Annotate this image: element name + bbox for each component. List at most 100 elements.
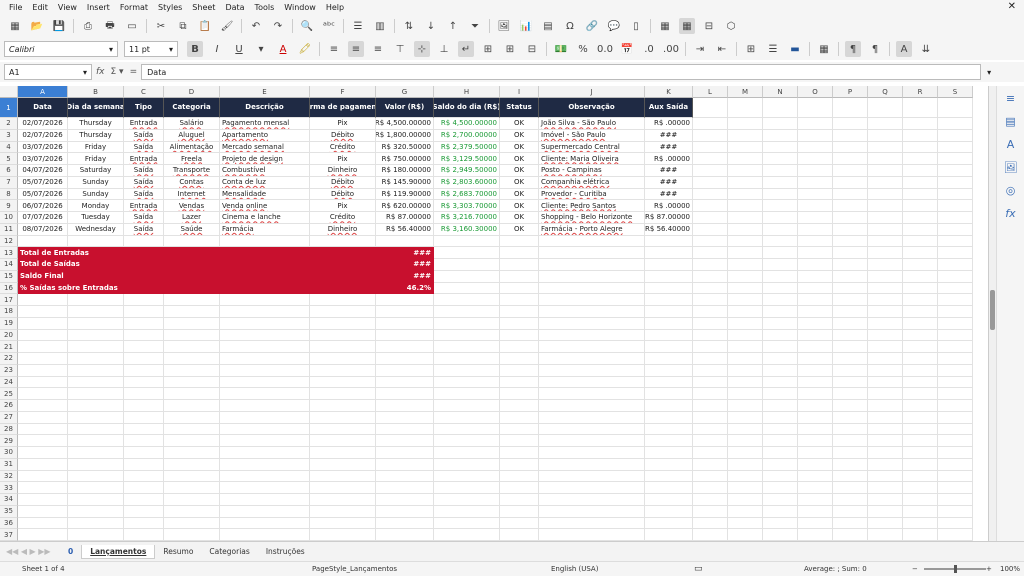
- cell[interactable]: [868, 188, 903, 201]
- cell[interactable]: [938, 423, 973, 436]
- cell[interactable]: [693, 470, 728, 483]
- cell[interactable]: [539, 376, 645, 389]
- data-cell[interactable]: 05/07/2026: [18, 176, 68, 189]
- cell[interactable]: [693, 494, 728, 506]
- cell[interactable]: [833, 212, 868, 224]
- cell[interactable]: [903, 353, 938, 365]
- cell[interactable]: [903, 247, 938, 259]
- cell[interactable]: [728, 153, 763, 165]
- cell[interactable]: [798, 306, 833, 318]
- column-header-n[interactable]: N: [763, 86, 798, 98]
- cell[interactable]: [539, 329, 645, 342]
- data-cell[interactable]: OK: [500, 118, 539, 130]
- zoom-in-icon[interactable]: +: [986, 565, 992, 573]
- cell[interactable]: [938, 118, 973, 130]
- cell[interactable]: [938, 306, 973, 318]
- cell[interactable]: [903, 294, 938, 306]
- row-header[interactable]: 24: [0, 376, 18, 389]
- cell[interactable]: [124, 306, 164, 318]
- cell[interactable]: [68, 505, 124, 518]
- cell[interactable]: [310, 353, 376, 365]
- cell[interactable]: [798, 212, 833, 224]
- show-draw-functions-icon[interactable]: ⬡: [723, 18, 739, 34]
- data-cell[interactable]: Contas: [164, 176, 220, 189]
- cell[interactable]: [903, 317, 938, 330]
- text-direction-icon[interactable]: A: [896, 41, 912, 57]
- cell[interactable]: [220, 447, 310, 459]
- cell[interactable]: [434, 270, 500, 283]
- cell[interactable]: [645, 282, 693, 295]
- cell[interactable]: [310, 482, 376, 494]
- delete-decimal-icon[interactable]: .00: [663, 41, 679, 57]
- data-cell[interactable]: Cliente: Maria Oliveira: [539, 153, 645, 165]
- cell[interactable]: [693, 341, 728, 353]
- cell[interactable]: [124, 435, 164, 447]
- column-header-r[interactable]: R: [903, 86, 938, 98]
- data-cell[interactable]: Imóvel - São Paulo: [539, 129, 645, 142]
- close-document-icon[interactable]: ✕: [1008, 1, 1016, 12]
- cell[interactable]: [310, 294, 376, 306]
- cell[interactable]: [693, 200, 728, 212]
- cell[interactable]: [763, 141, 798, 154]
- font-name-box[interactable]: Calibri ▾: [4, 41, 118, 57]
- spreadsheet-grid[interactable]: ABCDEFGHIJKLMNOPQRS 1 Data Dia da semana Ti…: [0, 86, 988, 541]
- cell[interactable]: [376, 529, 434, 541]
- cell[interactable]: [903, 223, 938, 236]
- cell[interactable]: [798, 165, 833, 177]
- cell[interactable]: [500, 306, 539, 318]
- cell[interactable]: [18, 423, 68, 436]
- cell[interactable]: [728, 282, 763, 295]
- cell[interactable]: [763, 282, 798, 295]
- header-cell[interactable]: Tipo: [124, 98, 164, 118]
- comment-icon[interactable]: 💬: [606, 18, 622, 34]
- expand-formula-icon[interactable]: ▾: [987, 68, 991, 77]
- cell[interactable]: [868, 388, 903, 400]
- cell[interactable]: [500, 282, 539, 295]
- cell[interactable]: [938, 129, 973, 142]
- data-cell[interactable]: R$ 56.40000: [645, 223, 693, 236]
- cell[interactable]: [434, 306, 500, 318]
- data-cell[interactable]: R$ 4,500.00000: [434, 118, 500, 130]
- cell[interactable]: [18, 341, 68, 353]
- cell[interactable]: [693, 141, 728, 154]
- cell[interactable]: [798, 411, 833, 424]
- cell[interactable]: [938, 259, 973, 271]
- cell[interactable]: [763, 294, 798, 306]
- cell[interactable]: [833, 411, 868, 424]
- cell[interactable]: [645, 529, 693, 541]
- cell[interactable]: [868, 306, 903, 318]
- align-top-icon[interactable]: ⊤: [392, 41, 408, 57]
- cell[interactable]: [833, 118, 868, 130]
- cell[interactable]: [938, 270, 973, 283]
- row-header[interactable]: 33: [0, 482, 18, 494]
- cell[interactable]: [693, 176, 728, 189]
- summary-label[interactable]: Total de Saídas: [18, 259, 376, 271]
- cell[interactable]: [798, 517, 833, 530]
- cell[interactable]: [310, 341, 376, 353]
- cell[interactable]: [164, 317, 220, 330]
- data-cell[interactable]: R$ 620.00000: [376, 200, 434, 212]
- cell[interactable]: [220, 317, 310, 330]
- functions-icon[interactable]: fx: [1005, 207, 1015, 220]
- cell[interactable]: [938, 494, 973, 506]
- image-icon[interactable]: 🖼: [496, 18, 512, 34]
- cell[interactable]: [868, 212, 903, 224]
- cell[interactable]: [938, 400, 973, 412]
- data-cell[interactable]: OK: [500, 165, 539, 177]
- row-header[interactable]: 15: [0, 270, 18, 283]
- cell[interactable]: [763, 364, 798, 377]
- cell[interactable]: [434, 482, 500, 494]
- cell[interactable]: [763, 223, 798, 236]
- data-cell[interactable]: Lazer: [164, 212, 220, 224]
- cell[interactable]: [903, 435, 938, 447]
- data-cell[interactable]: Saída: [124, 141, 164, 154]
- cell[interactable]: [500, 482, 539, 494]
- cell[interactable]: [798, 317, 833, 330]
- cell[interactable]: [938, 529, 973, 541]
- data-cell[interactable]: OK: [500, 188, 539, 201]
- cell[interactable]: [500, 247, 539, 259]
- conditional-format-icon[interactable]: ▦: [816, 41, 832, 57]
- data-cell[interactable]: Pix: [310, 153, 376, 165]
- cell[interactable]: [763, 259, 798, 271]
- highlight-color-icon[interactable]: 🖍: [297, 41, 313, 57]
